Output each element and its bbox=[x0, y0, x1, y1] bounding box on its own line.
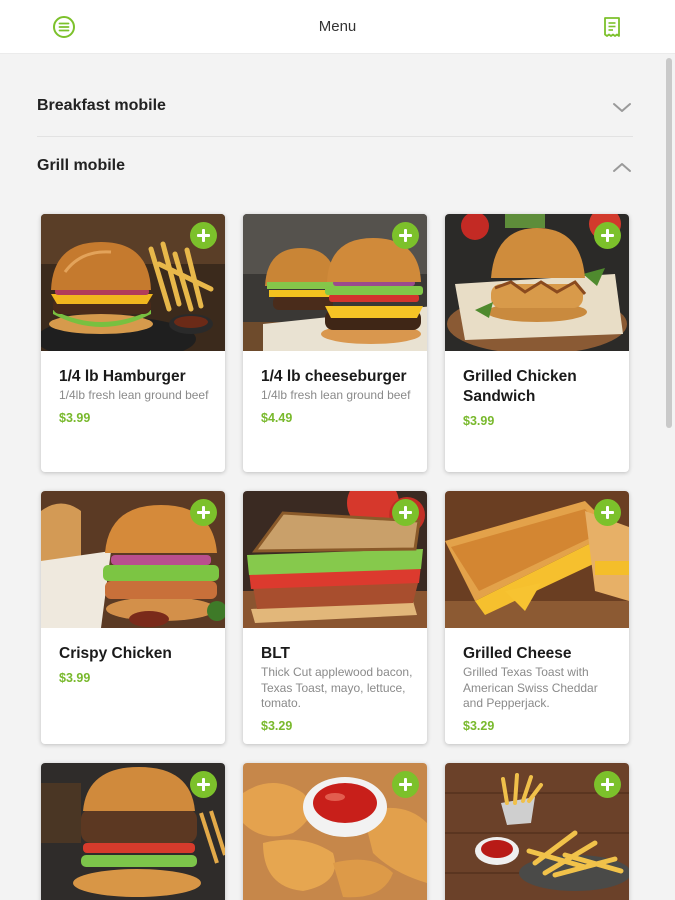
menu-item-card[interactable]: Crispy Chicken $3.99 bbox=[41, 491, 225, 744]
page-title: Menu bbox=[318, 18, 357, 35]
section-label: Breakfast mobile bbox=[37, 97, 166, 114]
chevron-down-icon[interactable] bbox=[611, 96, 633, 118]
chevron-up-icon[interactable] bbox=[611, 156, 633, 178]
item-description: 1/4lb fresh lean ground beef bbox=[59, 388, 209, 402]
add-to-cart-button[interactable] bbox=[594, 499, 621, 526]
add-to-cart-button[interactable] bbox=[392, 222, 419, 249]
section-grill-mobile[interactable]: Grill mobile bbox=[37, 137, 633, 197]
item-price: $3.99 bbox=[59, 671, 91, 685]
add-to-cart-button[interactable] bbox=[594, 771, 621, 798]
item-name: 1/4 lb Hamburger bbox=[59, 368, 186, 385]
item-name: Crispy Chicken bbox=[59, 645, 172, 662]
item-name: BLT bbox=[261, 645, 290, 662]
item-price: $3.29 bbox=[463, 718, 495, 733]
menu-item-card[interactable]: Grilled Cheese Grilled Texas Toast with … bbox=[445, 491, 629, 744]
item-name: 1/4 lb cheeseburger bbox=[261, 368, 407, 385]
item-description: Grilled Texas Toast with American Swiss … bbox=[463, 665, 598, 710]
add-to-cart-button[interactable] bbox=[392, 771, 419, 798]
item-price: $3.29 bbox=[261, 718, 293, 733]
menu-item-card[interactable] bbox=[41, 763, 225, 900]
menu-item-card[interactable] bbox=[243, 763, 427, 900]
menu-item-card[interactable]: BLT Thick Cut applewood bacon, Texas Toa… bbox=[243, 491, 427, 744]
item-description: Thick Cut applewood bacon, Texas Toast, … bbox=[261, 665, 413, 710]
menu-item-card[interactable]: 1/4 lb cheeseburger 1/4lb fresh lean gro… bbox=[243, 214, 427, 472]
menu-item-card[interactable]: 1/4 lb Hamburger 1/4lb fresh lean ground… bbox=[41, 214, 225, 472]
add-to-cart-button[interactable] bbox=[190, 222, 217, 249]
item-name: Grilled Cheese bbox=[463, 645, 572, 662]
receipt-icon[interactable] bbox=[600, 15, 624, 39]
add-to-cart-button[interactable] bbox=[190, 771, 217, 798]
scrollbar[interactable] bbox=[666, 58, 672, 428]
section-breakfast-mobile[interactable]: Breakfast mobile bbox=[37, 77, 633, 137]
menu-item-card[interactable]: Grilled Chicken Sandwich $3.99 bbox=[445, 214, 629, 472]
add-to-cart-button[interactable] bbox=[190, 499, 217, 526]
item-description: 1/4lb fresh lean ground beef bbox=[261, 388, 411, 402]
add-to-cart-button[interactable] bbox=[392, 499, 419, 526]
item-price: $3.99 bbox=[59, 410, 91, 425]
menu-item-card[interactable] bbox=[445, 763, 629, 900]
add-to-cart-button[interactable] bbox=[594, 222, 621, 249]
item-name: Grilled Chicken Sandwich bbox=[463, 368, 577, 405]
top-bar: Menu bbox=[0, 0, 675, 54]
item-price: $4.49 bbox=[261, 410, 293, 425]
item-price: $3.99 bbox=[463, 414, 495, 428]
section-label: Grill mobile bbox=[37, 157, 126, 174]
